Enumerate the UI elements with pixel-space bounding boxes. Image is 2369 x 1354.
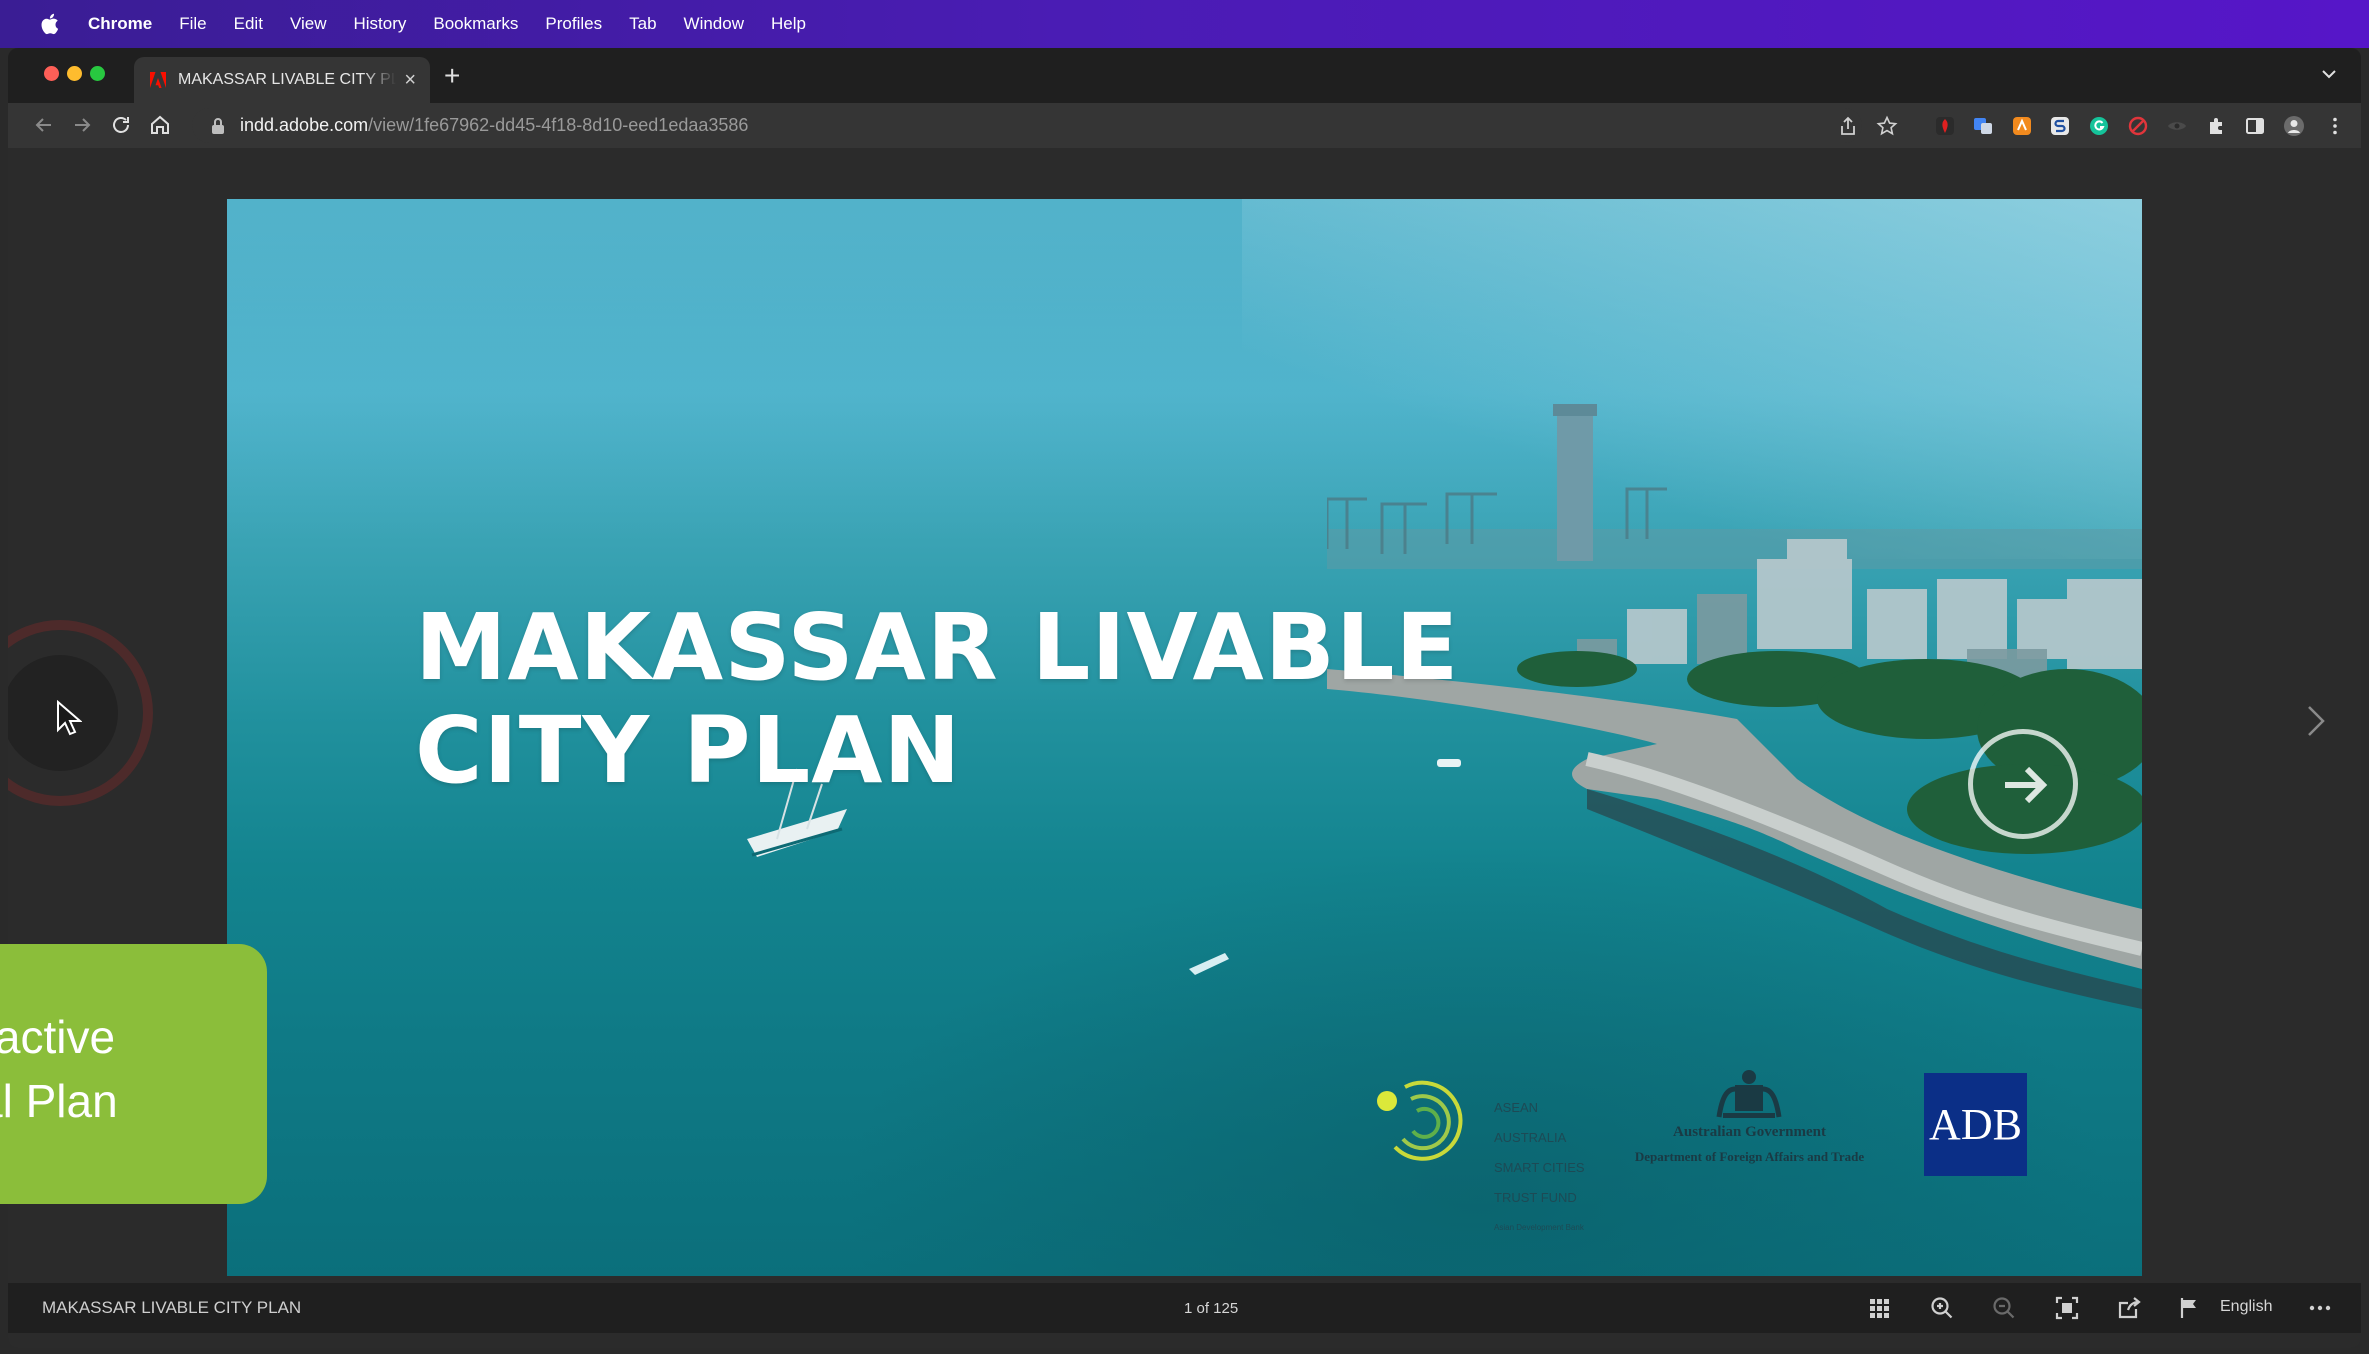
asean-text-line-3: SMART CITIES [1494, 1160, 1585, 1175]
apple-icon[interactable] [40, 12, 62, 36]
bookmark-star-icon[interactable] [1876, 115, 1898, 137]
extensions-puzzle-icon[interactable] [2205, 115, 2227, 137]
menu-profiles[interactable]: Profiles [545, 14, 602, 34]
menu-history[interactable]: History [353, 14, 406, 34]
macos-menu-bar: Chrome File Edit View History Bookmarks … [0, 0, 2369, 48]
fit-screen-icon[interactable] [2054, 1295, 2080, 1321]
page-counter: 1 of 125 [1184, 1300, 1239, 1317]
extension-s-icon[interactable] [2049, 115, 2071, 137]
previous-page-button[interactable] [8, 598, 168, 828]
menu-file[interactable]: File [179, 14, 206, 34]
profile-avatar-icon[interactable] [2283, 115, 2305, 137]
address-bar[interactable]: indd.adobe.com /view/1fe67962-dd45-4f18-… [192, 108, 1862, 143]
lock-icon[interactable] [210, 117, 226, 135]
interactive-plan-badge[interactable]: eractive ital Plan [0, 944, 267, 1204]
asean-text-line-4: TRUST FUND [1494, 1190, 1577, 1205]
tab-close-icon[interactable]: × [404, 69, 416, 92]
asean-text-line-2: AUSTRALIA [1494, 1130, 1567, 1145]
asean-text-line-5: Asian Development Bank [1494, 1223, 1584, 1232]
slide-title-line-2: CITY PLAN [415, 697, 962, 804]
dfat-label: Department of Foreign Affairs and Trade [1634, 1149, 1865, 1164]
forward-arrow-icon[interactable] [70, 113, 94, 137]
browser-toolbar: indd.adobe.com /view/1fe67962-dd45-4f18-… [8, 103, 2361, 148]
zoom-in-icon[interactable] [1929, 1295, 1955, 1321]
reload-icon[interactable] [109, 113, 133, 137]
extension-grammarly-icon[interactable] [2088, 115, 2110, 137]
mouse-cursor-icon [57, 700, 82, 736]
browser-window: MAKASSAR LIVABLE CITY PLAN × + indd.ado [8, 48, 2361, 1348]
menu-help[interactable]: Help [771, 14, 806, 34]
australian-government-label: Australian Government [1673, 1124, 1826, 1140]
badge-line-1: eractive [0, 1011, 116, 1063]
report-flag-icon[interactable] [2176, 1295, 2202, 1321]
small-boat-image [1189, 953, 1229, 975]
more-options-icon[interactable] [2307, 1295, 2333, 1321]
home-icon[interactable] [148, 113, 172, 137]
share-icon[interactable] [1837, 115, 1859, 137]
viewer-status-bar: MAKASSAR LIVABLE CITY PLAN 1 of 125 Engl… [8, 1283, 2361, 1333]
menu-bookmarks[interactable]: Bookmarks [433, 14, 518, 34]
slide-title-line-1: MAKASSAR LIVABLE [415, 594, 1460, 701]
australian-crest-icon [1716, 1070, 1782, 1118]
back-arrow-icon[interactable] [32, 113, 56, 137]
maximize-window-button[interactable] [90, 66, 105, 81]
extension-red-icon[interactable] [1934, 115, 1956, 137]
tab-strip: MAKASSAR LIVABLE CITY PLAN × + [8, 48, 2361, 103]
extension-blocker-icon[interactable] [2127, 115, 2149, 137]
kebab-menu-icon[interactable] [2324, 115, 2346, 137]
asean-logo-text: ASEAN AUSTRALIA SMART CITIES TRUST FUND … [1494, 1085, 1604, 1250]
extension-orange-icon[interactable] [2011, 115, 2033, 137]
adobe-favicon-icon [150, 72, 166, 88]
arrow-right-icon [2005, 766, 2048, 804]
new-tab-button[interactable]: + [444, 62, 460, 90]
menu-edit[interactable]: Edit [234, 14, 263, 34]
url-path: /view/1fe67962-dd45-4f18-8d10-eed1edaa35… [368, 115, 749, 135]
minimize-window-button[interactable] [67, 66, 82, 81]
menu-tab[interactable]: Tab [629, 14, 656, 34]
close-window-button[interactable] [44, 66, 59, 81]
badge-line-2: ital Plan [0, 1075, 118, 1127]
tab-makassar[interactable]: MAKASSAR LIVABLE CITY PLAN × [134, 57, 430, 103]
extension-translate-icon[interactable] [1972, 115, 1994, 137]
next-page-chevron-icon[interactable] [2304, 704, 2328, 738]
extension-eye-icon[interactable] [2166, 115, 2188, 137]
menu-view[interactable]: View [290, 14, 327, 34]
url-host: indd.adobe.com [240, 115, 369, 135]
tab-search-chevron-icon[interactable] [2319, 64, 2339, 84]
asean-text-line-1: ASEAN [1494, 1100, 1539, 1115]
slide-next-button[interactable] [1968, 729, 2078, 839]
side-panel-icon[interactable] [2244, 115, 2266, 137]
asean-australia-logo [1377, 1080, 1463, 1161]
menu-app-name[interactable]: Chrome [88, 14, 152, 34]
document-viewer: MAKASSAR LIVABLE CITY PLAN ASEAN AUSTRAL… [8, 148, 2361, 1283]
language-selector[interactable]: English [2220, 1298, 2272, 1316]
document-title: MAKASSAR LIVABLE CITY PLAN [42, 1298, 302, 1317]
menu-window[interactable]: Window [684, 14, 744, 34]
grid-view-icon[interactable] [1866, 1295, 1892, 1321]
share-export-icon[interactable] [2116, 1295, 2142, 1321]
adb-logo: ADB [1924, 1073, 2027, 1176]
tab-title: MAKASSAR LIVABLE CITY PLAN [178, 71, 397, 88]
slide-cover: MAKASSAR LIVABLE CITY PLAN ASEAN AUSTRAL… [227, 199, 2142, 1276]
zoom-out-icon[interactable] [1991, 1295, 2017, 1321]
